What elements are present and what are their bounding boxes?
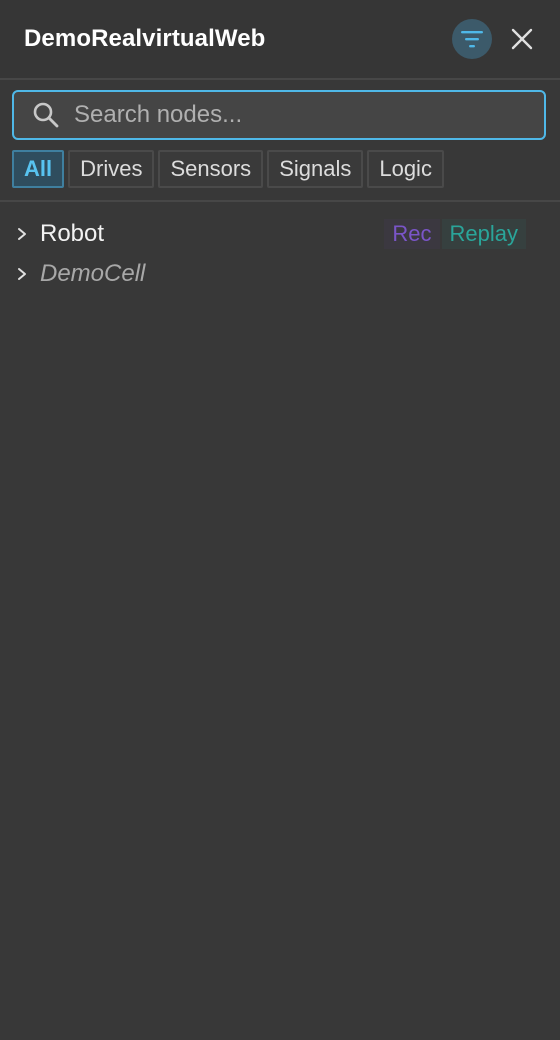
search-icon bbox=[33, 102, 59, 128]
filter-tabs: All Drives Sensors Signals Logic bbox=[0, 140, 560, 200]
node-tree: Robot Rec Replay DemoCell bbox=[0, 202, 560, 294]
tab-signals[interactable]: Signals bbox=[267, 150, 364, 188]
panel-title: DemoRealvirtualWeb bbox=[24, 25, 266, 52]
chevron-right-icon[interactable] bbox=[14, 266, 30, 282]
tree-item-robot[interactable]: Robot Rec Replay bbox=[0, 214, 560, 254]
node-browser-panel: DemoRealvirtualWeb All Drives Se bbox=[0, 0, 560, 1040]
replay-button[interactable]: Replay bbox=[441, 219, 526, 249]
tab-drives[interactable]: Drives bbox=[68, 150, 155, 188]
tree-item-democell[interactable]: DemoCell bbox=[0, 254, 560, 294]
filter-button[interactable] bbox=[452, 19, 492, 59]
search-box[interactable] bbox=[12, 90, 546, 140]
tab-all[interactable]: All bbox=[12, 150, 65, 188]
search-input[interactable] bbox=[74, 101, 526, 129]
rec-button[interactable]: Rec bbox=[384, 219, 440, 249]
close-icon bbox=[511, 28, 533, 50]
filter-icon bbox=[461, 31, 483, 48]
tab-logic[interactable]: Logic bbox=[367, 150, 444, 188]
search-container bbox=[0, 80, 560, 140]
tab-sensors[interactable]: Sensors bbox=[158, 150, 264, 188]
chevron-right-icon[interactable] bbox=[14, 226, 30, 242]
tree-item-label: Robot bbox=[40, 220, 105, 247]
tree-item-label: DemoCell bbox=[40, 260, 146, 287]
panel-header: DemoRealvirtualWeb bbox=[0, 0, 560, 80]
close-button[interactable] bbox=[508, 25, 536, 53]
